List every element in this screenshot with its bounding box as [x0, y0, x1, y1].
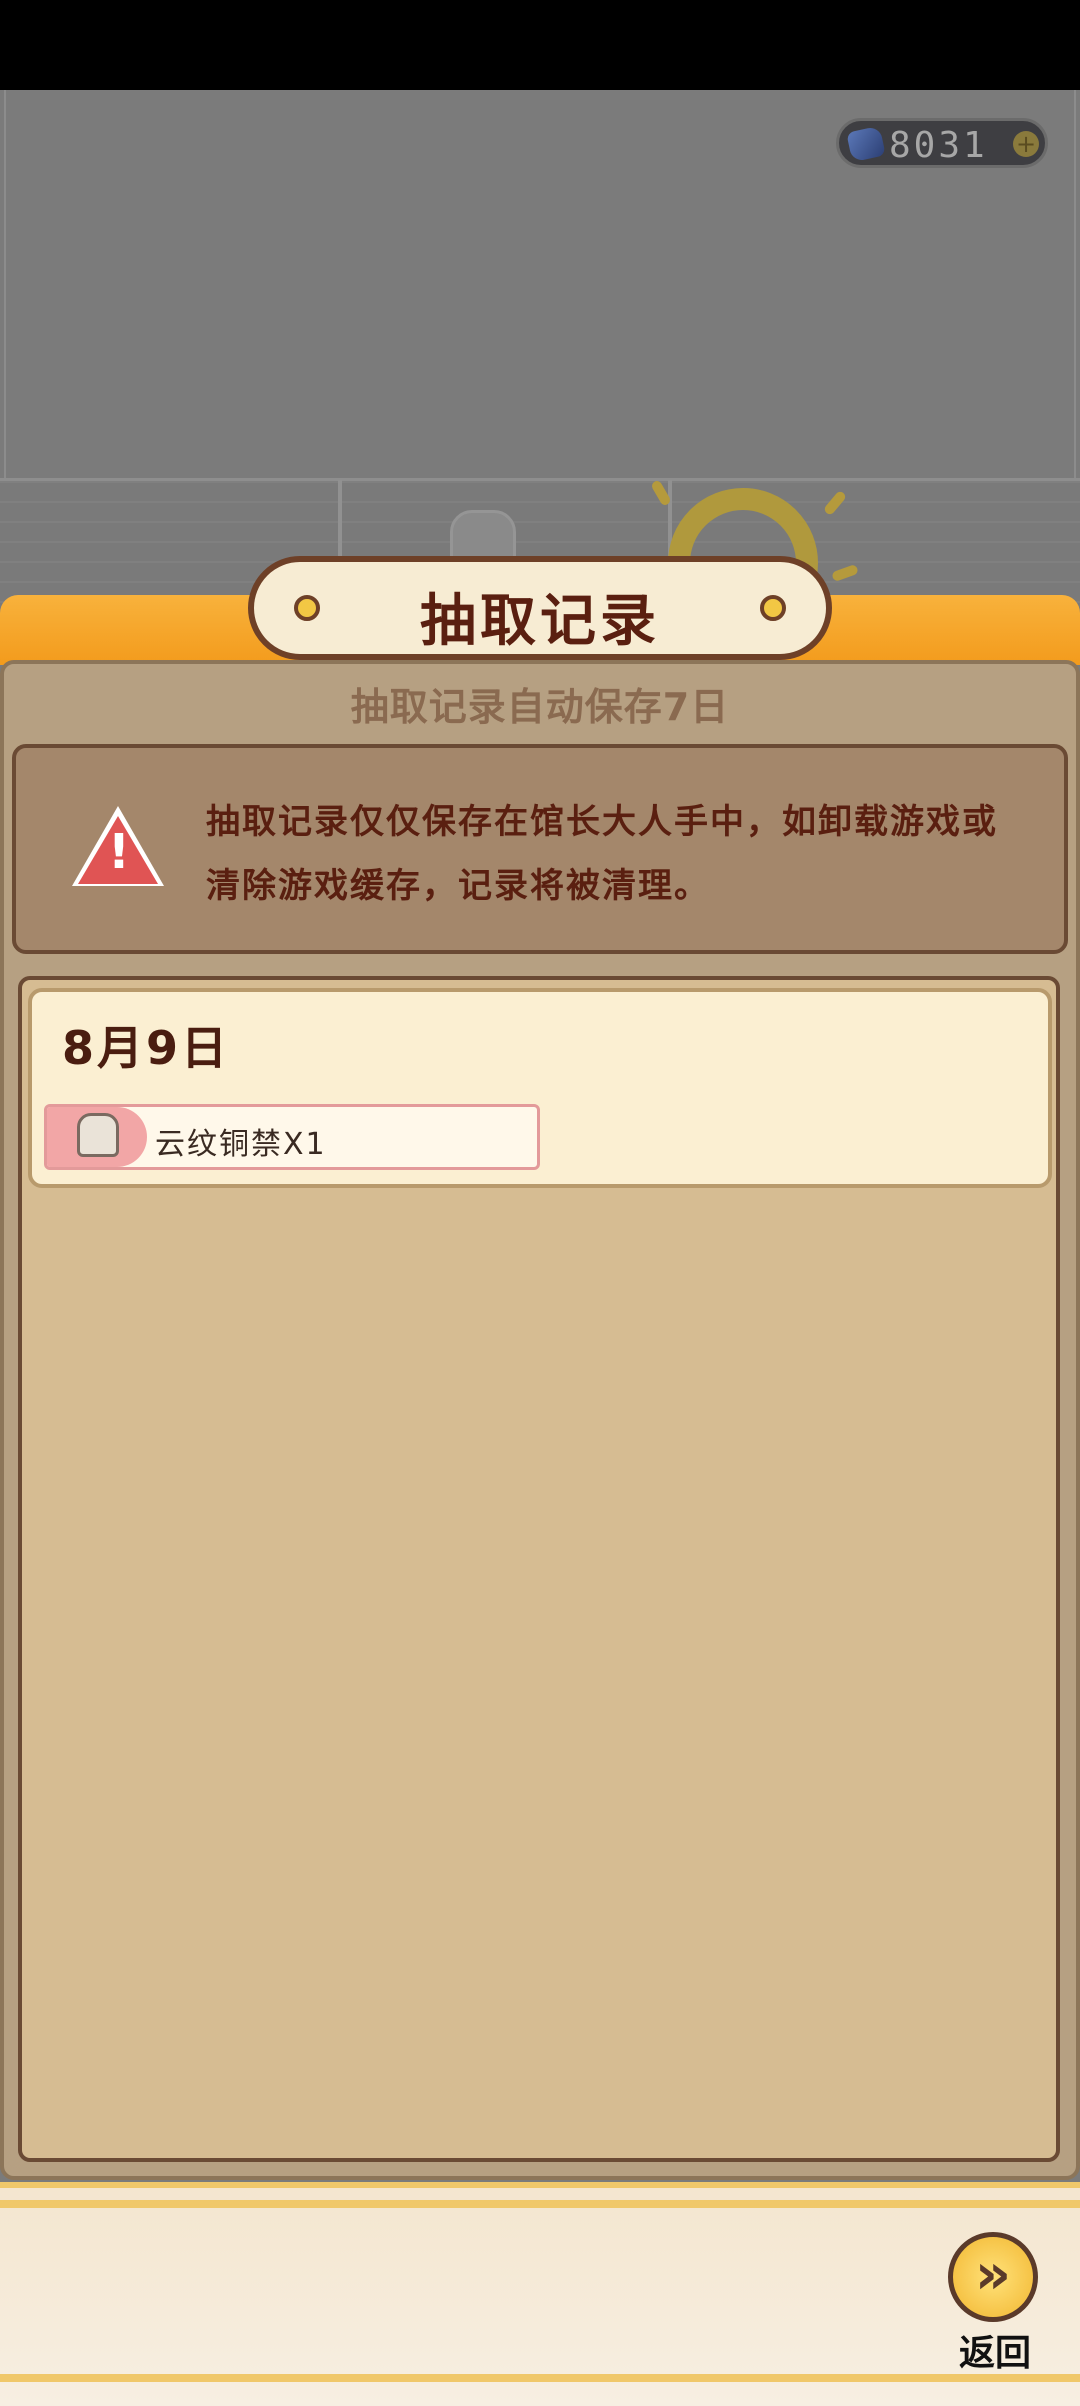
bronze-vessel-icon — [77, 1113, 119, 1157]
back-label: 返回 — [958, 2333, 1031, 2374]
plus-icon[interactable]: + — [1013, 131, 1039, 157]
currency-value: 8031 — [889, 125, 988, 166]
dialog-subtitle: 抽取记录自动保存7日 — [350, 685, 730, 729]
bottom-stripe — [0, 2374, 1080, 2382]
currency-display[interactable]: 8031 + — [836, 118, 1048, 168]
item-label: 云纹铜禁X1 — [155, 1127, 327, 1162]
record-date: 8月9日 — [62, 1021, 231, 1075]
warning-text: 抽取记录仅仅保存在馆长大人手中，如卸载游戏或 清除游戏缓存，记录将被清理。 — [206, 790, 1046, 918]
warning-box: ! 抽取记录仅仅保存在馆长大人手中，如卸载游戏或 清除游戏缓存，记录将被清理。 — [12, 744, 1068, 954]
record-item[interactable]: 云纹铜禁X1 — [44, 1104, 540, 1170]
bottom-bar — [0, 2182, 1080, 2406]
dialog-title: 抽取记录 — [420, 589, 660, 654]
warning-line-1: 抽取记录仅仅保存在馆长大人手中，如卸载游戏或 — [206, 802, 998, 842]
back-button[interactable]: » 返回 — [940, 2228, 1050, 2378]
status-bar — [0, 0, 1080, 90]
bottom-stripe — [0, 2200, 1080, 2208]
chevron-right-icon: » — [974, 2242, 1012, 2307]
exclamation-mark: ! — [108, 824, 130, 880]
gem-icon — [846, 125, 886, 163]
back-circle: » — [948, 2232, 1038, 2322]
title-plaque: 抽取记录 — [248, 556, 832, 660]
record-card: 8月9日 云纹铜禁X1 — [28, 988, 1052, 1188]
warning-line-2: 清除游戏缓存，记录将被清理。 — [206, 866, 710, 906]
